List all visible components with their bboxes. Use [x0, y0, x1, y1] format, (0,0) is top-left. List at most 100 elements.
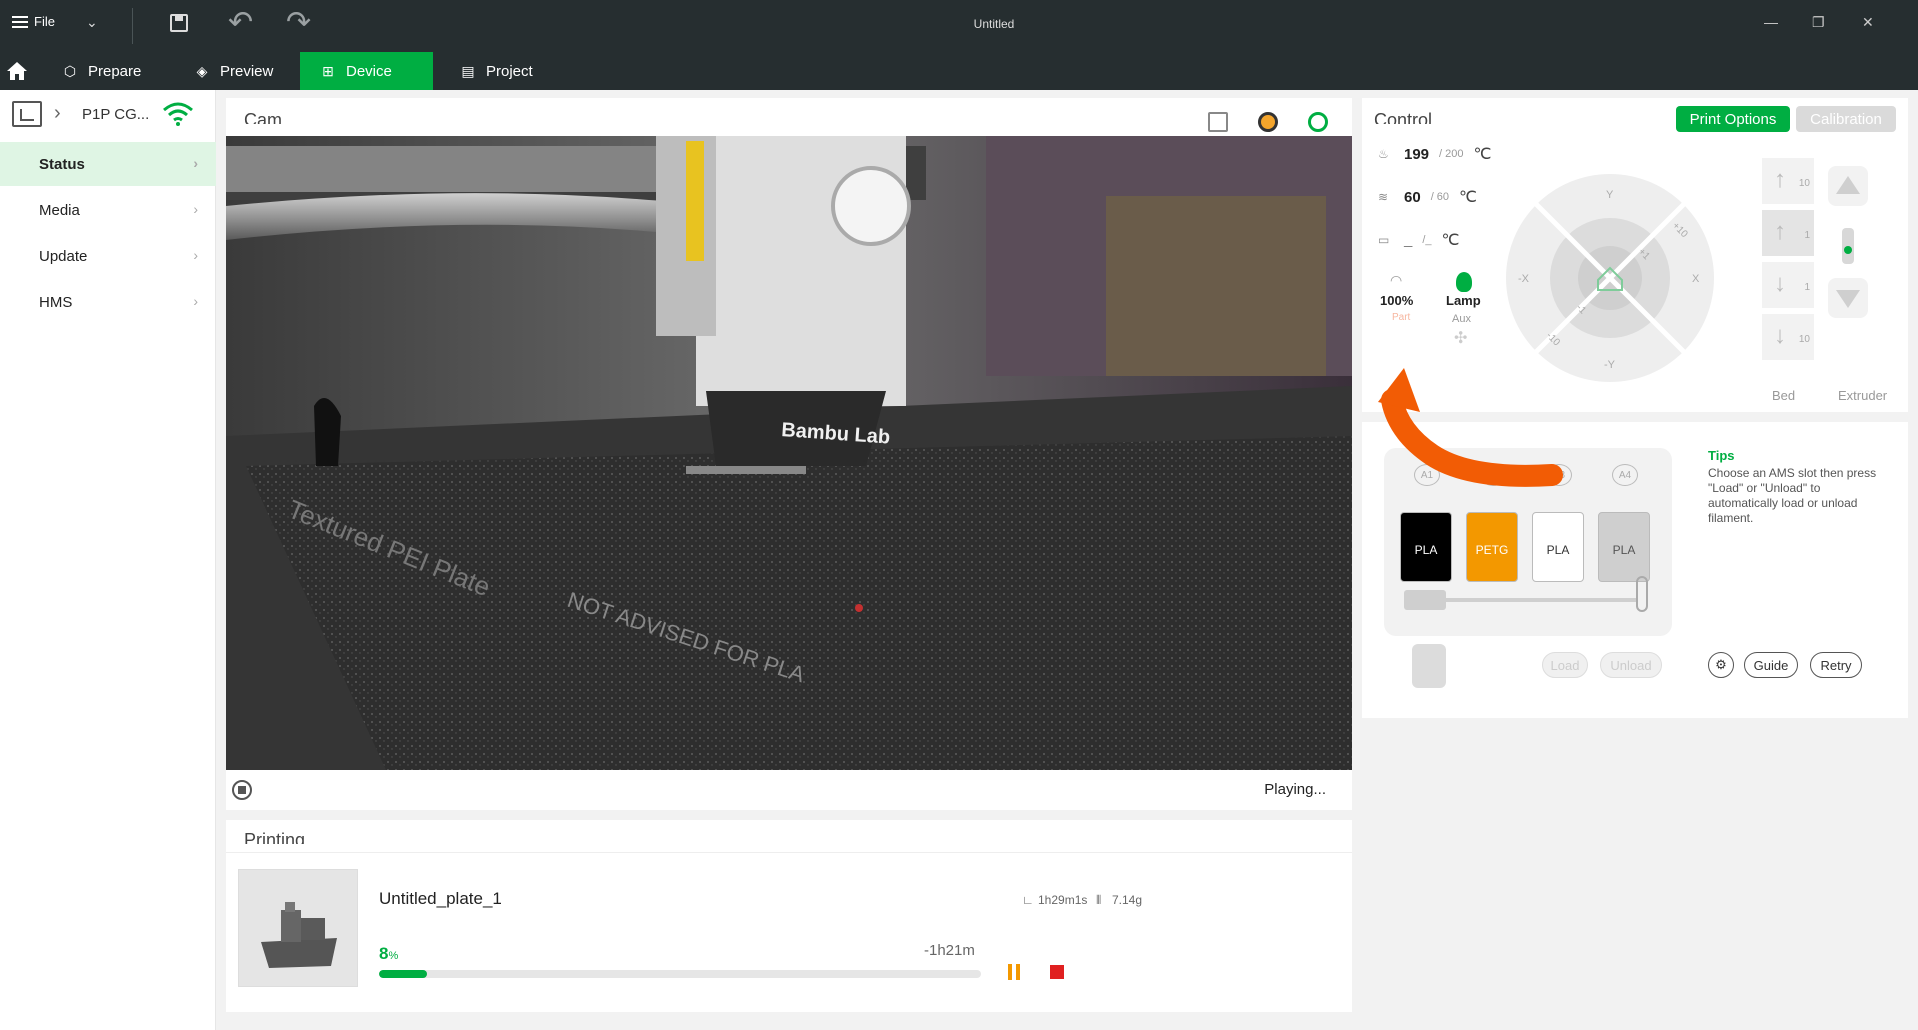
camera-feed[interactable]: Bambu Lab Textured PEI Plate NOT ADVISED…	[226, 136, 1352, 770]
speed-value[interactable]: 100%	[1380, 293, 1413, 308]
bed-down-10-button[interactable]: ↓ 10	[1762, 314, 1814, 360]
tab-label: Preview	[220, 62, 274, 80]
z-step: 1	[1804, 230, 1810, 241]
retry-button[interactable]: Retry	[1810, 652, 1862, 678]
sidebar-item-label: Status	[39, 155, 85, 173]
wifi-icon	[163, 102, 193, 126]
nozzle-temp[interactable]: ♨ 199 / 200 ℃	[1378, 144, 1491, 164]
nozzle-target: / 200	[1439, 148, 1464, 160]
sidebar-item-label: Update	[39, 247, 88, 265]
ams-panel: A1 A2 A3 A4 PLA PETG PLA PLA Load Unload…	[1362, 422, 1908, 718]
sidebar-item-status[interactable]: Status ›	[0, 142, 216, 186]
device-main: Cam Bambu Lab Textured PEI Plate NOT ADV…	[216, 90, 1918, 1030]
ams-settings-icon[interactable]: ⚙	[1708, 652, 1734, 678]
printing-title: Printing	[244, 830, 306, 844]
jog-neg-y-label: -Y	[1604, 359, 1616, 371]
slot-label: A4	[1612, 464, 1638, 486]
fan-icon[interactable]: ✣	[1454, 328, 1467, 348]
remaining-time: -1h21m	[924, 942, 975, 959]
bed-target: / 60	[1430, 191, 1450, 203]
pause-button[interactable]	[1006, 964, 1022, 980]
slot-material: PLA	[1546, 543, 1570, 557]
bed-up-10-button[interactable]: ↑ 10	[1762, 158, 1814, 204]
extruder-controls	[1828, 166, 1868, 366]
time-icon: ∟	[1022, 893, 1034, 907]
bed-up-1-button[interactable]: ↑ 1	[1762, 210, 1814, 256]
sidebar-item-label: Media	[39, 201, 80, 219]
z-axis-controls: ↑ 10 ↑ 1 ↓ 1 ↓ 10	[1762, 158, 1814, 366]
progress-bar	[379, 970, 981, 978]
camera-icon[interactable]	[1258, 112, 1278, 132]
chamber-temp[interactable]: ▭ _ /_ ℃	[1378, 230, 1460, 250]
close-icon[interactable]: ✕	[1862, 14, 1874, 31]
extruder-icon	[1842, 228, 1854, 264]
title-bar: File ⌄ ↶ ↷ Untitled — ❐ ✕	[0, 0, 1918, 52]
sidebar-item-media[interactable]: Media ›	[0, 188, 216, 232]
control-panel: Control Print Options Calibration ♨ 199 …	[1362, 98, 1908, 412]
chamber-target: /_	[1422, 234, 1432, 246]
cube-icon: ⬡	[63, 62, 77, 79]
tab-project[interactable]: ▤ Project	[440, 52, 553, 90]
stop-stream-button[interactable]	[232, 780, 252, 800]
slot-material: PLA	[1414, 543, 1438, 557]
tab-device[interactable]: ⊞ Device	[300, 52, 433, 90]
ams-slot-a3[interactable]: PLA	[1532, 512, 1584, 582]
speed-sublabel: Part	[1392, 312, 1411, 323]
sidebar-item-label: HMS	[39, 293, 73, 311]
settings-icon[interactable]	[1308, 112, 1328, 132]
progress-percent: 8%	[379, 944, 398, 964]
bed-current: 60	[1404, 188, 1421, 206]
calibration-button[interactable]: Calibration	[1796, 106, 1896, 132]
home-icon[interactable]	[6, 61, 28, 81]
filament-weight: 7.14g	[1112, 893, 1143, 907]
bed-down-1-button[interactable]: ↓ 1	[1762, 262, 1814, 308]
slot-material: PETG	[1475, 543, 1509, 557]
load-button[interactable]: Load	[1542, 652, 1588, 678]
jog-x-label: X	[1692, 273, 1700, 285]
camera-image: Bambu Lab Textured PEI Plate NOT ADVISED…	[226, 136, 1352, 770]
chevron-right-icon: ›	[193, 201, 198, 217]
temp-unit: ℃	[1459, 189, 1478, 206]
printer-name: P1P CG...	[82, 106, 150, 123]
sd-card-icon[interactable]	[1208, 112, 1228, 132]
extruder-feed-icon	[1412, 644, 1446, 688]
print-options-button[interactable]: Print Options	[1676, 106, 1790, 132]
extruder-label: Extruder	[1838, 388, 1888, 403]
xy-jog-pad[interactable]: Y -Y X -X +10 +1 -1 -10	[1504, 172, 1716, 384]
extrude-down-button[interactable]	[1828, 278, 1868, 318]
ams-slot-a4[interactable]: PLA	[1598, 512, 1650, 582]
jog-neg-x-label: -X	[1518, 273, 1530, 285]
tips-text: Choose an AMS slot then press "Load" or …	[1708, 466, 1877, 525]
device-sidebar: › P1P CG... Status › Media › Update › HM…	[0, 90, 216, 1030]
chamber-icon: ▭	[1378, 233, 1390, 247]
nozzle-current: 199	[1404, 145, 1430, 163]
sidebar-item-hms[interactable]: HMS ›	[0, 280, 216, 324]
restore-icon[interactable]: ❐	[1812, 14, 1825, 31]
slot-label: A3	[1546, 464, 1572, 486]
ams-slot-a1[interactable]: PLA	[1400, 512, 1452, 582]
slot-material: PLA	[1612, 543, 1636, 557]
bed-temp[interactable]: ≋ 60 / 60 ℃	[1378, 187, 1477, 207]
control-title: Control	[1374, 110, 1433, 124]
speed-icon: ◠	[1390, 272, 1403, 288]
sidebar-item-update[interactable]: Update ›	[0, 234, 216, 278]
ams-slot-a2[interactable]: PETG	[1466, 512, 1518, 582]
tab-preview[interactable]: ◈ Preview	[174, 52, 293, 90]
unload-button[interactable]: Unload	[1600, 652, 1662, 678]
bed-icon: ≋	[1378, 190, 1389, 204]
guide-button[interactable]: Guide	[1744, 652, 1798, 678]
extrude-up-button[interactable]	[1828, 166, 1868, 206]
minimize-icon[interactable]: —	[1764, 14, 1778, 30]
aux-label: Aux	[1452, 313, 1471, 325]
printer-selector[interactable]: › P1P CG...	[0, 90, 216, 140]
camera-panel: Cam Bambu Lab Textured PEI Plate NOT ADV…	[226, 98, 1352, 810]
printer-icon	[12, 101, 42, 127]
progress-unit: %	[388, 950, 399, 962]
slot-label: A2	[1480, 464, 1506, 486]
lamp-icon[interactable]	[1456, 272, 1472, 292]
tab-label: Project	[486, 62, 533, 80]
camera-title: Cam	[244, 110, 283, 124]
progress-fill	[379, 970, 428, 978]
stop-button[interactable]	[1050, 965, 1064, 979]
tab-prepare[interactable]: ⬡ Prepare	[42, 52, 161, 90]
